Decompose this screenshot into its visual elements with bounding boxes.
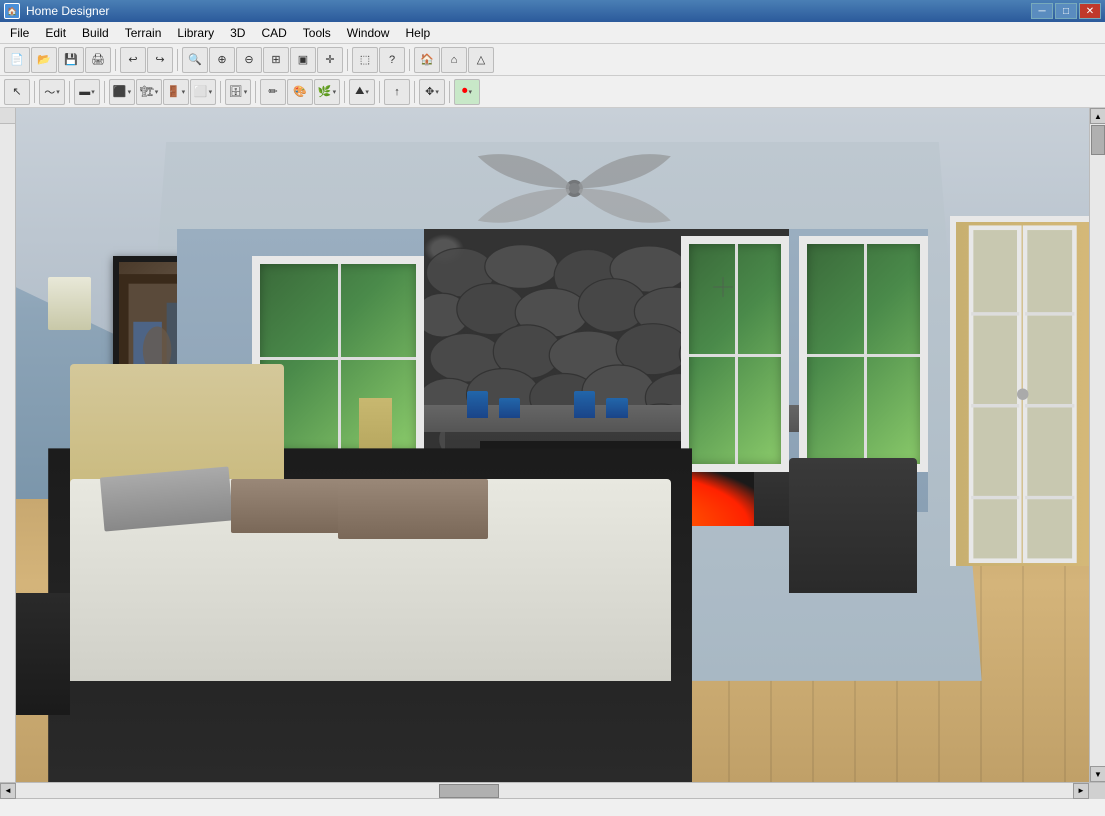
window-far-right: [799, 236, 928, 472]
title-bar: 🏠 Home Designer ─ □ ✕: [0, 0, 1105, 22]
vase-2: [499, 398, 520, 418]
separator-10: [344, 81, 345, 103]
menu-3d[interactable]: 3D: [222, 24, 253, 42]
separator-1: [115, 49, 116, 71]
move-button[interactable]: ✥▾: [419, 79, 445, 105]
wall-button[interactable]: ▬▾: [74, 79, 100, 105]
scroll-track[interactable]: [1090, 124, 1105, 766]
toolbar-1: 📄 📂 💾 🖨 ↩ ↪ 🔍 ⊕ ⊖ ⊞ ▣ ✛ ⬚ ? 🏠 ⌂ △: [0, 44, 1105, 76]
close-button[interactable]: ✕: [1079, 3, 1101, 19]
window-divider-v3: [864, 244, 867, 464]
zoom-all-button[interactable]: ▣: [290, 47, 316, 73]
stairs-button[interactable]: 🏗▾: [136, 79, 162, 105]
left-ruler: [0, 108, 16, 782]
horizontal-scrollbar[interactable]: ◄ ►: [0, 782, 1105, 798]
hscroll-thumb[interactable]: [439, 784, 499, 798]
separator-3: [347, 49, 348, 71]
redo-button[interactable]: ↪: [147, 47, 173, 73]
scroll-left-button[interactable]: ◄: [0, 783, 16, 799]
menu-bar: File Edit Build Terrain Library 3D CAD T…: [0, 22, 1105, 44]
door-button[interactable]: 🚪▾: [163, 79, 189, 105]
terrain-tool-button[interactable]: ⛰▾: [349, 79, 375, 105]
hscroll-track[interactable]: [16, 783, 1073, 798]
separator-9: [255, 81, 256, 103]
menu-window[interactable]: Window: [339, 24, 398, 42]
window-back-right: [681, 236, 788, 472]
menu-edit[interactable]: Edit: [37, 24, 74, 42]
zoom-fit-button[interactable]: ⊞: [263, 47, 289, 73]
scroll-up-button[interactable]: ▲: [1090, 108, 1105, 124]
house-button[interactable]: 🏠: [414, 47, 440, 73]
pan-button[interactable]: ✛: [317, 47, 343, 73]
sconce-left: [48, 277, 91, 331]
scroll-down-button[interactable]: ▼: [1090, 766, 1105, 782]
view3d-button[interactable]: ⬚: [352, 47, 378, 73]
main-area: ▲ ▼: [0, 108, 1105, 782]
roof-button[interactable]: △: [468, 47, 494, 73]
new-button[interactable]: 📄: [4, 47, 30, 73]
maximize-button[interactable]: □: [1055, 3, 1077, 19]
menu-cad[interactable]: CAD: [253, 24, 294, 42]
menu-file[interactable]: File: [2, 24, 37, 42]
zoom-realtime-button[interactable]: 🔍: [182, 47, 208, 73]
save-button[interactable]: 💾: [58, 47, 84, 73]
separator-5: [34, 81, 35, 103]
window-button[interactable]: ⬜▾: [190, 79, 216, 105]
floor-button[interactable]: ⌂: [441, 47, 467, 73]
vase-4: [606, 398, 627, 418]
zoom-out-button[interactable]: ⊖: [236, 47, 262, 73]
minimize-button[interactable]: ─: [1031, 3, 1053, 19]
armchair: [789, 458, 918, 593]
separator-6: [69, 81, 70, 103]
menu-tools[interactable]: Tools: [295, 24, 339, 42]
title-bar-controls: ─ □ ✕: [1031, 3, 1101, 19]
nightstand: [16, 593, 70, 714]
pillow-1: [100, 466, 233, 531]
separator-11: [379, 81, 380, 103]
3d-viewport[interactable]: [16, 108, 1089, 782]
window-divider-v: [338, 264, 341, 450]
undo-button[interactable]: ↩: [120, 47, 146, 73]
plant-button[interactable]: 🌿▾: [314, 79, 340, 105]
window-title: Home Designer: [26, 4, 109, 18]
color-button[interactable]: 🎨: [287, 79, 313, 105]
cabinet-button[interactable]: 🗄▾: [225, 79, 251, 105]
vase-1: [467, 391, 488, 418]
room-scene: [16, 108, 1089, 782]
vertical-scrollbar[interactable]: ▲ ▼: [1089, 108, 1105, 782]
room-button[interactable]: ⬛▾: [109, 79, 135, 105]
separator-7: [104, 81, 105, 103]
pencil-button[interactable]: ✏: [260, 79, 286, 105]
ruler-corner: [0, 108, 16, 124]
scroll-right-button[interactable]: ►: [1073, 783, 1089, 799]
vase-3: [574, 391, 595, 418]
separator-12: [414, 81, 415, 103]
separator-8: [220, 81, 221, 103]
print-button[interactable]: 🖨: [85, 47, 111, 73]
scroll-corner: [1089, 783, 1105, 799]
menu-help[interactable]: Help: [397, 24, 438, 42]
menu-library[interactable]: Library: [169, 24, 222, 42]
separator-2: [177, 49, 178, 71]
status-bar: [0, 798, 1105, 816]
french-doors-right: [950, 216, 1089, 566]
crosshair-icon: [713, 277, 733, 297]
menu-build[interactable]: Build: [74, 24, 117, 42]
separator-4: [409, 49, 410, 71]
scroll-thumb[interactable]: [1091, 125, 1105, 155]
app-icon: 🏠: [4, 3, 20, 19]
zoom-in-button[interactable]: ⊕: [209, 47, 235, 73]
pillow-3: [338, 479, 488, 540]
draw-button[interactable]: 〜▾: [39, 79, 65, 105]
separator-13: [449, 81, 450, 103]
arrow-up-button[interactable]: ↑: [384, 79, 410, 105]
window-divider-v2: [735, 244, 738, 464]
menu-terrain[interactable]: Terrain: [117, 24, 170, 42]
toolbar-2: ↖ 〜▾ ▬▾ ⬛▾ 🏗▾ 🚪▾ ⬜▾ 🗄▾ ✏ 🎨 🌿▾ ⛰▾ ↑ ✥▾ ⏺▾: [0, 76, 1105, 108]
select-button[interactable]: ↖: [4, 79, 30, 105]
help-button[interactable]: ?: [379, 47, 405, 73]
open-button[interactable]: 📂: [31, 47, 57, 73]
record-button[interactable]: ⏺▾: [454, 79, 480, 105]
title-bar-left: 🏠 Home Designer: [4, 3, 109, 19]
